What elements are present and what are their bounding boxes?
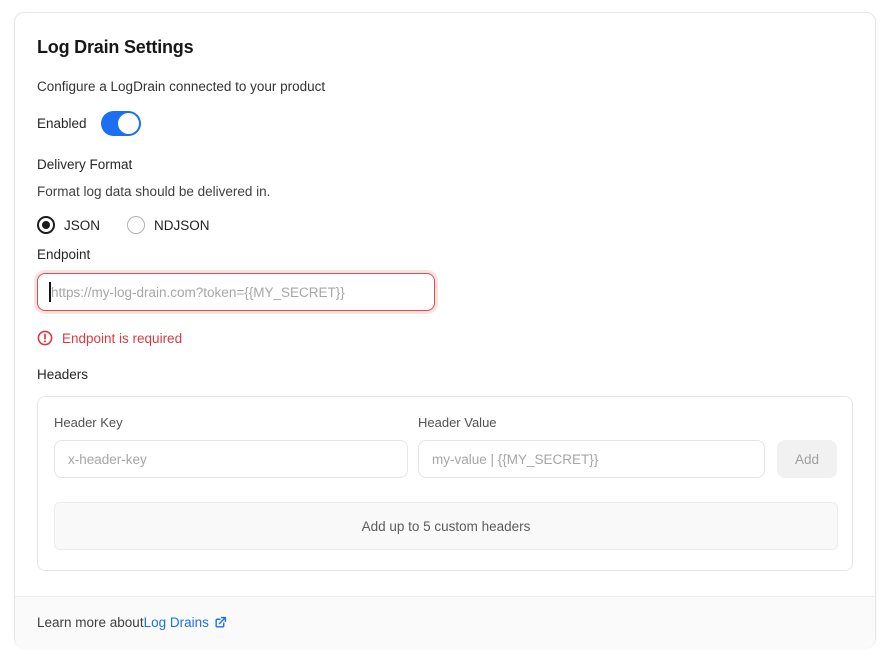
headers-section-label: Headers: [37, 367, 88, 382]
radio-option-ndjson[interactable]: NDJSON: [127, 216, 210, 234]
enabled-label: Enabled: [37, 116, 87, 131]
toggle-knob: [118, 113, 139, 134]
enabled-toggle[interactable]: [101, 111, 141, 136]
radio-dot: [42, 221, 50, 229]
header-value-input-wrap: [418, 440, 765, 478]
log-drains-link-label: Log Drains: [144, 615, 209, 630]
delivery-format-description: Format log data should be delivered in.: [37, 184, 270, 199]
add-header-button[interactable]: Add: [777, 440, 837, 478]
radio-unselected-icon: [127, 216, 145, 234]
delivery-format-label: Delivery Format: [37, 157, 132, 172]
header-key-input-wrap: [54, 440, 408, 478]
enabled-row: Enabled: [37, 110, 141, 136]
footer-text: Learn more about: [37, 615, 144, 630]
delivery-format-radio-group: JSON NDJSON: [37, 215, 210, 235]
header-value-input[interactable]: [418, 440, 765, 478]
endpoint-input-wrap: [37, 273, 435, 311]
radio-label-ndjson: NDJSON: [154, 218, 210, 233]
card-footer: Learn more aboutLog Drains: [15, 596, 875, 648]
header-key-label: Header Key: [54, 415, 123, 430]
alert-circle-icon: [37, 330, 53, 346]
external-link-icon: [214, 616, 227, 629]
endpoint-label: Endpoint: [37, 247, 90, 262]
endpoint-error-message: Endpoint is required: [62, 331, 182, 346]
text-caret: [49, 282, 51, 302]
radio-label-json: JSON: [64, 218, 100, 233]
page-title: Log Drain Settings: [37, 37, 193, 58]
header-value-label: Header Value: [418, 415, 497, 430]
endpoint-input[interactable]: [37, 273, 435, 311]
log-drains-link[interactable]: Log Drains: [144, 615, 227, 630]
header-key-input[interactable]: [54, 440, 408, 478]
page-subtitle: Configure a LogDrain connected to your p…: [37, 79, 325, 94]
headers-limit-note: Add up to 5 custom headers: [54, 502, 838, 550]
log-drain-settings-card: Log Drain Settings Configure a LogDrain …: [14, 12, 876, 648]
radio-option-json[interactable]: JSON: [37, 216, 100, 234]
headers-box: Header Key Header Value Add Add up to 5 …: [37, 396, 853, 571]
endpoint-error-row: Endpoint is required: [37, 329, 182, 347]
radio-selected-icon: [37, 216, 55, 234]
